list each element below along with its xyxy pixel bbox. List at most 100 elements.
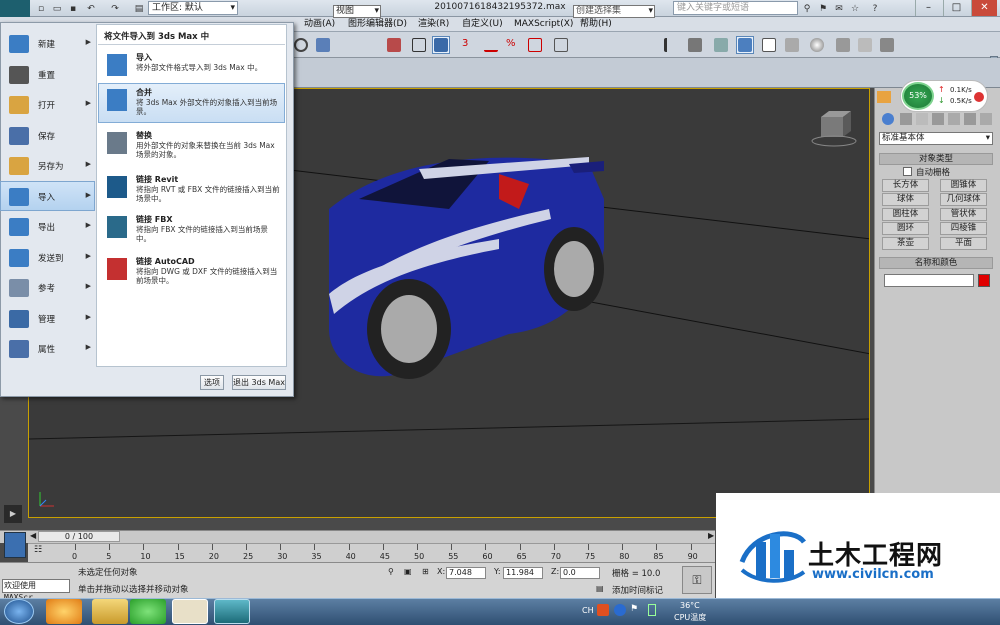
input-lang-indicator[interactable]: CH — [582, 606, 594, 615]
layer-manager-icon[interactable] — [712, 36, 730, 54]
snaps-toggle-icon[interactable]: 3 — [460, 36, 478, 54]
viewport-nav-arrow-icon[interactable]: ▶ — [4, 505, 22, 523]
scale-icon[interactable] — [314, 36, 332, 54]
geosphere-button[interactable]: 几何球体 — [940, 193, 987, 206]
y-coordinate-field[interactable]: 11.984 — [503, 567, 543, 579]
ime-icon[interactable] — [597, 604, 609, 616]
material-editor-icon[interactable] — [808, 36, 826, 54]
edit-named-selection-icon[interactable] — [552, 36, 570, 54]
teapot-button[interactable]: 茶壶 — [882, 237, 929, 250]
keyboard-shortcut-icon[interactable] — [432, 36, 450, 54]
angle-snap-icon[interactable] — [482, 36, 500, 54]
network-tray-icon[interactable]: ⚑ — [630, 604, 638, 614]
set-key-icon[interactable]: ⚿ — [682, 566, 712, 594]
cameras-icon[interactable] — [932, 113, 944, 125]
menu-rendering[interactable]: 渲染(R) — [418, 18, 449, 31]
browser-360-icon[interactable] — [46, 599, 82, 624]
geometry-icon[interactable] — [882, 113, 894, 125]
object-name-field[interactable] — [884, 274, 974, 287]
pyramid-button[interactable]: 四棱锥 — [940, 222, 987, 235]
time-slider-thumb[interactable]: 0 / 100 — [38, 531, 120, 542]
app-menu-item-7[interactable]: 发送到 ▶ — [0, 242, 95, 272]
helpers-icon[interactable] — [948, 113, 960, 125]
battery-tray-icon[interactable] — [648, 604, 656, 616]
reference-coord-dropdown[interactable]: 视图 ▾ — [333, 5, 381, 18]
track-bar[interactable] — [28, 543, 715, 562]
space-warps-icon[interactable] — [964, 113, 976, 125]
torus-button[interactable]: 圆环 — [882, 222, 929, 235]
maximize-button[interactable]: □ — [943, 0, 969, 16]
plane-button[interactable]: 平面 — [940, 237, 987, 250]
cone-button[interactable]: 圆锥体 — [940, 179, 987, 192]
schematic-view-icon[interactable] — [783, 36, 801, 54]
chinese-app-icon[interactable] — [172, 599, 208, 624]
isolate-toggle-icon[interactable]: ⚲ — [388, 567, 394, 576]
new-file-icon[interactable]: ▫ — [34, 2, 48, 15]
app-menu-item-3[interactable]: 保存 — [0, 120, 95, 150]
named-selection-dropdown[interactable]: 创建选择集 ▾ — [573, 5, 655, 18]
undo-icon[interactable]: ↶ — [84, 2, 98, 15]
shapes-icon[interactable] — [900, 113, 912, 125]
help-tray-icon[interactable] — [614, 604, 626, 616]
menu-help[interactable]: 帮助(H) — [580, 18, 612, 31]
close-button[interactable]: ✕ — [971, 0, 997, 16]
mini-curve-editor-icon[interactable] — [4, 532, 26, 558]
menu-customize[interactable]: 自定义(U) — [462, 18, 503, 31]
menu-graph-editors[interactable]: 图形编辑器(D) — [348, 18, 407, 31]
app-logo[interactable] — [0, 0, 30, 17]
lights-icon[interactable] — [916, 113, 928, 125]
tube-button[interactable]: 管状体 — [940, 208, 987, 221]
x-coordinate-field[interactable]: 7.048 — [446, 567, 486, 579]
sphere-button[interactable]: 球体 — [882, 193, 929, 206]
save-file-icon[interactable]: ▪ — [66, 2, 80, 15]
workspace-dropdown[interactable]: 工作区: 默认 ▾ — [148, 1, 238, 15]
redo-icon[interactable]: ↷ — [108, 2, 122, 15]
3dsmax-task-icon[interactable] — [214, 599, 250, 624]
app-menu-item-1[interactable]: 重置 — [0, 59, 95, 89]
project-folder-icon[interactable]: ▤ — [132, 2, 146, 15]
ie-browser-icon[interactable] — [130, 599, 166, 624]
submenu-item-link-revit[interactable]: 链接 Revit 将指向 RVT 或 FBX 文件的链接插入到当前场景中。 — [98, 170, 285, 208]
search-input[interactable]: 键入关键字或短语 — [673, 1, 798, 15]
options-button[interactable]: 选项 — [200, 375, 224, 390]
cylinder-button[interactable]: 圆柱体 — [882, 208, 929, 221]
box-button[interactable]: 长方体 — [882, 179, 929, 192]
exit-3dsmax-button[interactable]: 退出 3ds Max — [232, 375, 286, 390]
time-tag-icon[interactable]: ▤ — [596, 584, 604, 593]
submenu-item-link-autocad[interactable]: 链接 AutoCAD 将指向 DWG 或 DXF 文件的链接插入到当前场景中。 — [98, 252, 285, 290]
lock-selection-icon[interactable]: ▣ — [404, 567, 412, 576]
time-slider-left-icon[interactable]: ◀ — [30, 531, 36, 540]
app-menu-item-9[interactable]: 管理 ▶ — [0, 303, 95, 333]
app-menu-item-10[interactable]: 属性 ▶ — [0, 333, 95, 363]
app-menu-item-6[interactable]: 导出 ▶ — [0, 211, 95, 241]
transform-mode-icon[interactable]: ⊞ — [422, 567, 429, 576]
z-coordinate-field[interactable]: 0.0 — [560, 567, 600, 579]
name-color-header[interactable]: 名称和颜色 — [879, 257, 993, 269]
align-icon[interactable] — [686, 36, 704, 54]
primitive-type-dropdown[interactable]: 标准基本体 ▾ — [879, 132, 993, 145]
binoculars-icon[interactable]: ⚲ — [800, 2, 814, 15]
maxscript-listener[interactable]: 欢迎使用 MAXScr — [2, 579, 70, 602]
submenu-item-link-fbx[interactable]: 链接 FBX 将指向 FBX 文件的链接插入到当前场景中。 — [98, 210, 285, 248]
submenu-item-merge[interactable]: 合并将 3ds Max 外部文件的对象插入到当前场景。 — [98, 83, 285, 123]
submenu-item-import[interactable]: 导入 将外部文件格式导入到 3ds Max 中。 — [98, 48, 285, 81]
submenu-item-replace[interactable]: 替换 用外部文件的对象来替换在当前 3ds Max 场景的对象。 — [98, 126, 285, 168]
widget-badge-icon[interactable] — [974, 92, 984, 102]
time-slider-right-icon[interactable]: ▶ — [708, 531, 714, 540]
favorites-icon[interactable]: ☆ — [848, 2, 862, 15]
auto-grid-checkbox[interactable] — [903, 167, 912, 176]
object-type-header[interactable]: 对象类型 — [879, 153, 993, 165]
render-setup-icon[interactable] — [834, 36, 852, 54]
menu-animation[interactable]: 动画(A) — [304, 18, 335, 31]
graphite-tools-icon[interactable] — [736, 36, 754, 54]
app-menu-item-0[interactable]: 新建 ▶ — [0, 28, 95, 58]
add-time-tag-button[interactable]: 添加时间标记 — [612, 584, 663, 596]
systems-icon[interactable] — [980, 113, 992, 125]
minimize-button[interactable]: – — [915, 0, 941, 16]
file-explorer-icon[interactable] — [92, 599, 128, 624]
communication-icon[interactable]: ✉ — [832, 2, 846, 15]
track-bar-toggle-icon[interactable]: ☷ — [34, 545, 42, 555]
rotate-icon[interactable] — [292, 36, 310, 54]
app-menu-item-4[interactable]: 另存为 ▶ — [0, 150, 95, 180]
create-tab[interactable] — [877, 91, 891, 103]
